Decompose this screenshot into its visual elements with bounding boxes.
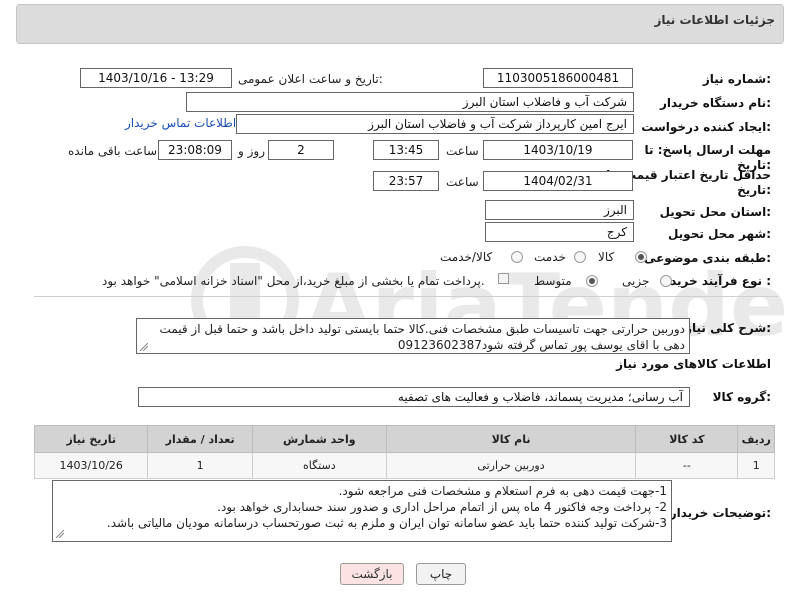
remaining-time-field: 23:08:09	[158, 140, 232, 160]
description-textarea: دوربین حرارتی جهت تاسیسات طبق مشخصات فنی…	[136, 318, 690, 354]
process-label: نوع فرآیند خرید :	[670, 274, 771, 288]
validity-date-field: 1404/02/31	[483, 171, 633, 191]
need-number-field: 1103005186000481	[483, 68, 633, 88]
col-unit: واحد شمارش	[251, 425, 387, 453]
validity-label-date: تاریخ:	[737, 183, 771, 197]
deadline-time-field: 13:45	[373, 140, 439, 160]
city-field: کرج	[485, 222, 634, 242]
buyer-contact-link[interactable]: اطلاعات تماس خریدار	[125, 116, 236, 130]
process-option-minor: جزیی	[622, 274, 650, 288]
cell-row: 1	[737, 452, 775, 479]
table-header-row: ردیف کد کالا نام کالا واحد شمارش تعداد /…	[33, 425, 775, 453]
province-label: استان محل تحویل:	[659, 205, 771, 219]
validity-time-field: 23:57	[373, 171, 439, 191]
buyer-note-line: 3-شرکت تولید کننده حتما باید عضو سامانه …	[106, 516, 667, 530]
need-number-label: شماره نیاز:	[702, 72, 771, 86]
table-row: 1 -- دوربین حرارتی دستگاه 1 1403/10/26	[33, 452, 775, 479]
creator-label: ایجاد کننده درخواست:	[641, 120, 771, 134]
cell-date: 1403/10/26	[33, 452, 149, 479]
goods-group-field: آب رسانی؛ مدیریت پسماند، فاضلاب و فعالیت…	[138, 387, 690, 407]
deadline-date-field: 1403/10/19	[483, 140, 633, 160]
category-radio-service[interactable]	[574, 251, 586, 263]
buyer-notes-textarea: 1-جهت قیمت دهی به فرم استعلام و مشخصات ف…	[52, 480, 672, 542]
divider	[34, 296, 778, 297]
announce-date-field: 1403/10/16 - 13:29	[80, 68, 232, 88]
creator-field: ایرج امین کارپرداز شرکت آب و فاضلاب استا…	[236, 114, 634, 134]
deadline-label: مهلت ارسال پاسخ: تا	[644, 143, 772, 157]
deadline-time-label: ساعت	[446, 144, 479, 158]
category-option-goods-service: کالا/خدمت	[440, 250, 493, 264]
announce-date-label: تاریخ و ساعت اعلان عمومی:	[238, 72, 383, 86]
buyer-org-label: نام دستگاه خریدار:	[660, 96, 771, 110]
buyer-org-field: شرکت آب و فاضلاب استان البرز	[186, 92, 634, 112]
city-label: شهر محل تحویل:	[667, 227, 771, 241]
treasury-checkbox[interactable]	[498, 273, 509, 284]
category-label: طبقه بندی موضوعی:	[643, 251, 771, 265]
items-table: ردیف کد کالا نام کالا واحد شمارش تعداد /…	[33, 425, 775, 479]
cell-name: دوربین حرارتی	[385, 452, 637, 479]
col-row: ردیف	[737, 425, 775, 453]
description-label: شرح کلی نیاز:	[685, 321, 771, 335]
col-name: نام کالا	[385, 425, 637, 453]
days-label: روز و	[238, 144, 265, 158]
description-text: دوربین حرارتی جهت تاسیسات طبق مشخصات فنی…	[159, 322, 685, 352]
resize-grip-icon[interactable]	[140, 343, 148, 351]
category-option-service: خدمت	[534, 250, 566, 264]
remaining-time-label: ساعت باقی مانده	[68, 144, 158, 158]
page-title: جزئیات اطلاعات نیاز	[654, 13, 775, 27]
goods-group-label: گروه کالا:	[712, 390, 771, 404]
process-option-medium: متوسط	[534, 274, 572, 288]
treasury-note: پرداخت تمام یا بخشی از مبلغ خرید،از محل …	[102, 274, 485, 288]
col-date: تاریخ نیاز	[33, 425, 149, 453]
cell-code: --	[635, 452, 739, 479]
col-code: کد کالا	[635, 425, 739, 453]
process-radio-minor[interactable]	[660, 275, 672, 287]
cell-qty: 1	[147, 452, 253, 479]
buyer-note-line: 2- پرداخت وجه فاکتور 4 ماه پس از اتمام م…	[217, 500, 667, 514]
validity-time-label: ساعت	[446, 175, 479, 189]
cell-unit: دستگاه	[251, 452, 387, 479]
goods-section-title: اطلاعات کالاهای مورد نیاز	[616, 357, 771, 371]
province-field: البرز	[485, 200, 634, 220]
col-qty: تعداد / مقدار	[147, 425, 253, 453]
print-button[interactable]: چاپ	[416, 563, 466, 585]
resize-grip-icon[interactable]	[56, 530, 64, 538]
buyer-note-line: 1-جهت قیمت دهی به فرم استعلام و مشخصات ف…	[338, 484, 667, 498]
buyer-notes-label: توضیحات خریدار:	[669, 506, 771, 520]
category-radio-goods[interactable]	[635, 251, 647, 263]
process-radio-medium[interactable]	[586, 275, 598, 287]
back-button[interactable]: بازگشت	[340, 563, 404, 585]
category-radio-goods-service[interactable]	[511, 251, 523, 263]
days-field: 2	[268, 140, 334, 160]
category-option-goods: کالا	[598, 250, 615, 264]
